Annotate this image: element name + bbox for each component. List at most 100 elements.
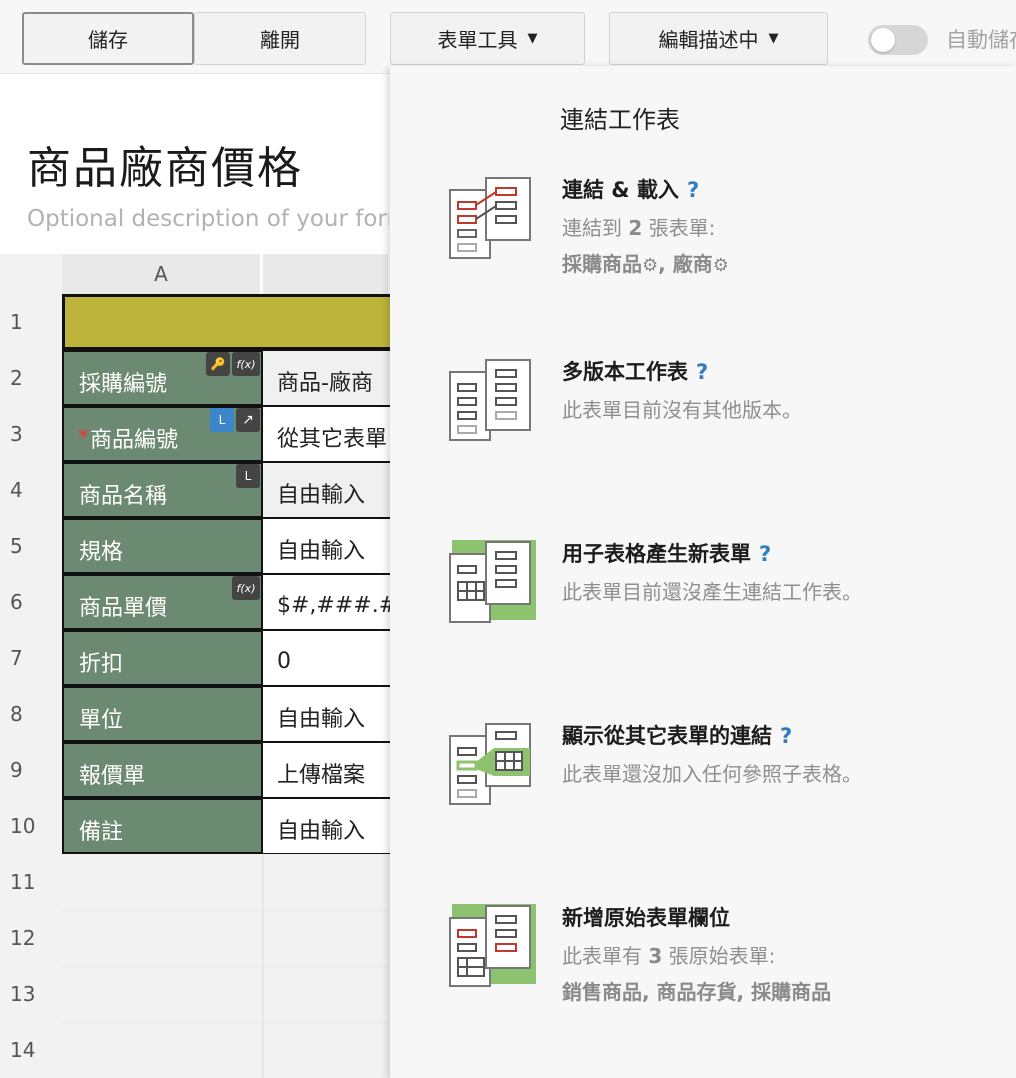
add-source-field-icon (449, 904, 536, 987)
toolbar: 儲存 離開 表單工具 ▼ 編輯描述中 ▼ 自動儲存 (0, 0, 1016, 74)
field-value-cell[interactable]: $#,###.## (263, 574, 390, 630)
lookup-badge-icon: L (236, 464, 260, 488)
row-number[interactable]: 9 (0, 742, 62, 798)
grid-divider (62, 966, 390, 967)
save-button[interactable]: 儲存 (22, 12, 194, 65)
linked-form-name: 採購商品 (562, 252, 642, 276)
gear-icon[interactable]: ⚙ (642, 255, 658, 276)
field-value-cell[interactable]: 自由輸入 (263, 462, 390, 518)
menu-item-title: 新增原始表單欄位 (562, 906, 730, 930)
field-value-cell[interactable]: 從其它表單 (263, 406, 390, 462)
row-number[interactable]: 5 (0, 518, 62, 574)
subtable-new-form-icon (449, 540, 536, 623)
menu-item-desc: 此表單還沒加入任何參照子表格。 (562, 762, 862, 786)
field-label: 商品編號 (90, 428, 179, 453)
field-label: 商品單價 (79, 596, 168, 621)
linked-form-name: 廠商 (672, 252, 713, 276)
row-number[interactable]: 8 (0, 686, 62, 742)
field-label: 商品名稱 (79, 484, 168, 509)
row-number[interactable]: 4 (0, 462, 62, 518)
panel-title: 連結工作表 (560, 106, 680, 134)
desc-text: 張表單: (648, 216, 716, 240)
field-label-cell[interactable]: 商品名稱 (62, 462, 263, 518)
desc-text: 張原始表單: (668, 944, 776, 968)
column-header-a[interactable]: A (62, 254, 262, 294)
field-value-cell[interactable]: 自由輸入 (263, 518, 390, 574)
form-title[interactable]: 商品廠商價格 (27, 132, 303, 196)
field-value-cell[interactable]: 上傳檔案 (263, 742, 390, 798)
field-label: 報價單 (79, 764, 146, 789)
menu-item-title: 顯示從其它表單的連結? (562, 720, 792, 750)
menu-item-multi-version[interactable]: 多版本工作表? 此表單目前沒有其他版本。 (390, 356, 1016, 448)
row-number[interactable]: 7 (0, 630, 62, 686)
field-label-cell[interactable]: 單位 (62, 686, 263, 742)
menu-item-show-links[interactable]: 顯示從其它表單的連結? 此表單還沒加入任何參照子表格。 (390, 720, 1016, 812)
show-links-icon (449, 723, 531, 805)
header-row-cell[interactable] (62, 294, 390, 350)
field-value-cell[interactable]: 自由輸入 (263, 798, 390, 854)
help-icon[interactable]: ? (696, 360, 708, 384)
desc-text: 此表單有 (562, 944, 642, 968)
key-icon: 🔑 (206, 352, 230, 376)
menu-item-subtable-new-form[interactable]: 用子表格產生新表單? 此表單目前還沒產生連結工作表。 (390, 538, 1016, 630)
help-icon[interactable]: ? (759, 542, 771, 566)
menu-item-desc: 此表單目前還沒產生連結工作表。 (562, 580, 862, 604)
field-value-cell[interactable]: 自由輸入 (263, 686, 390, 742)
menu-item-desc: 此表單目前沒有其他版本。 (562, 398, 802, 422)
row-number[interactable]: 14 (0, 1022, 62, 1078)
row-number[interactable]: 12 (0, 910, 62, 966)
formula-badge-icon: f(x) (232, 576, 260, 600)
field-label-cell[interactable]: 備註 (62, 798, 263, 854)
formula-badge-icon: f(x) (232, 352, 260, 376)
form-tools-label: 表單工具 (437, 28, 518, 52)
toggle-knob (871, 28, 895, 52)
title-text: 多版本工作表 (562, 360, 688, 384)
row-number[interactable]: 13 (0, 966, 62, 1022)
row-number[interactable]: 3 (0, 406, 62, 462)
row-number[interactable]: 11 (0, 854, 62, 910)
link-count: 2 (628, 216, 643, 240)
row-number[interactable]: 1 (0, 294, 62, 350)
row-number[interactable]: 10 (0, 798, 62, 854)
gear-icon[interactable]: ⚙ (713, 255, 729, 276)
source-count: 3 (648, 944, 663, 968)
menu-item-title: 連結 & 載入? (562, 174, 699, 204)
source-forms: 銷售商品, 商品存貨, 採購商品 (562, 980, 832, 1004)
grid-divider (62, 910, 390, 911)
field-label: 單位 (79, 708, 124, 733)
edit-mode-dropdown[interactable]: 編輯描述中 ▼ (609, 12, 828, 65)
field-label: 採購編號 (79, 372, 168, 397)
caret-down-icon: ▼ (768, 31, 779, 46)
help-icon[interactable]: ? (687, 178, 699, 202)
title-text: 連結 & 載入 (562, 178, 679, 202)
title-text: 顯示從其它表單的連結 (562, 724, 772, 748)
form-description-input[interactable]: Optional description of your form (27, 206, 389, 232)
field-label-cell[interactable]: 規格 (62, 518, 263, 574)
menu-item-add-source-field[interactable]: 新增原始表單欄位 此表單有 3 張原始表單: 銷售商品, 商品存貨, 採購商品 (390, 902, 1016, 1012)
leave-button[interactable]: 離開 (194, 12, 366, 65)
menu-item-link-load[interactable]: 連結 & 載入? 連結到 2 張表單: 採購商品⚙, 廠商⚙ (390, 174, 1016, 284)
menu-item-title: 用子表格產生新表單? (562, 538, 771, 568)
menu-item-desc: 連結到 2 張表單: (562, 212, 715, 241)
form-tools-dropdown[interactable]: 表單工具 ▼ (390, 12, 585, 65)
help-icon[interactable]: ? (780, 724, 792, 748)
title-text: 用子表格產生新表單 (562, 542, 751, 566)
desc-text: 連結到 (562, 216, 622, 240)
field-label: 折扣 (79, 652, 124, 677)
form-tools-menu: 連結工作表 連結 & 載入? 連結到 2 張表單: 採購商品⚙, 廠商⚙ 多版本… (390, 66, 1016, 1078)
menu-item-desc: 此表單有 3 張原始表單: (562, 940, 775, 969)
edit-mode-label: 編輯描述中 (658, 28, 759, 52)
caret-down-icon: ▼ (527, 31, 538, 46)
autosave-label: 自動儲存 (946, 28, 1016, 52)
autosave-toggle[interactable] (868, 25, 928, 55)
lookup-badge-icon: L (210, 408, 234, 432)
field-value-cell[interactable]: 商品-廠商 (263, 350, 390, 406)
field-label-cell[interactable]: 折扣 (62, 630, 263, 686)
field-label-cell[interactable]: 報價單 (62, 742, 263, 798)
field-value-cell[interactable]: 0 (263, 630, 390, 686)
column-header-b[interactable] (264, 254, 390, 294)
field-label: 備註 (79, 820, 124, 845)
row-number[interactable]: 2 (0, 350, 62, 406)
external-link-icon: ↗ (236, 408, 260, 432)
row-number[interactable]: 6 (0, 574, 62, 630)
